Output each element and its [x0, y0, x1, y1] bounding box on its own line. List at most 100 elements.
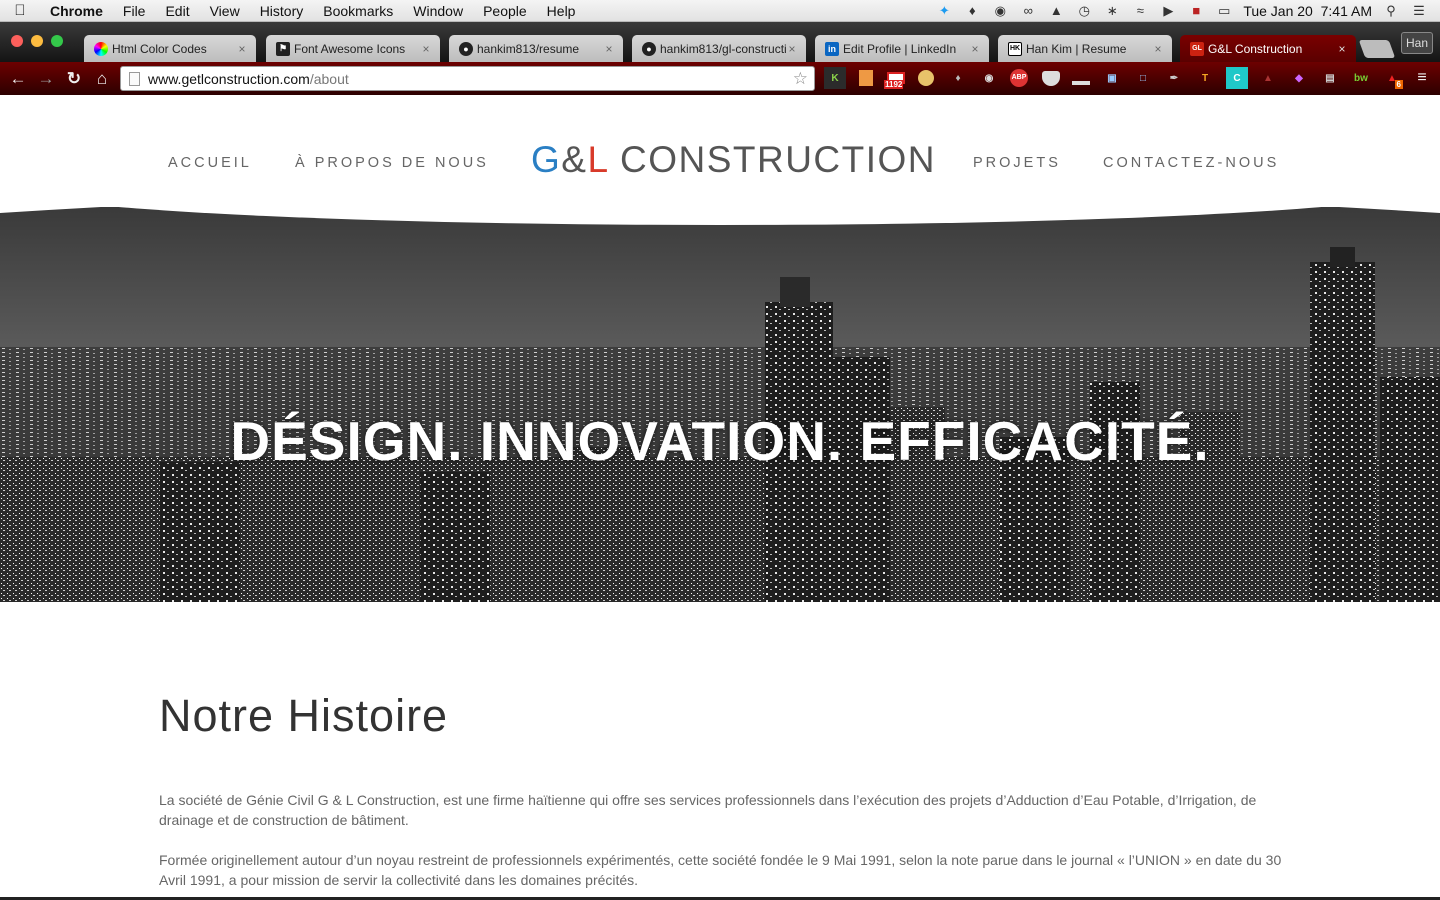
cast-icon[interactable]: ▤ — [1319, 67, 1341, 89]
close-window-button[interactable] — [11, 35, 23, 47]
webpage: ACCUEIL À PROPOS DE NOUS G&L CONSTRUCTIO… — [0, 95, 1440, 897]
extension-flame-icon[interactable]: ▲ — [1257, 67, 1279, 89]
menubar-status-area: ✦ ♦ ◉ ∞ ▲ ◷ ∗ ≈ ▶ ■ ▭ Tue Jan 20 7:41 AM… — [935, 3, 1440, 19]
close-tab-icon[interactable]: × — [420, 42, 432, 56]
browser-tab-strip: Html Color Codes × ⚑ Font Awesome Icons … — [0, 22, 1440, 62]
menu-history[interactable]: History — [250, 3, 314, 19]
drive-icon[interactable]: ▲ — [1047, 3, 1065, 19]
hk-logo-icon: HK — [1008, 41, 1022, 56]
menu-help[interactable]: Help — [537, 3, 586, 19]
close-tab-icon[interactable]: × — [969, 42, 981, 56]
tab-title: G&L Construction — [1208, 41, 1303, 56]
close-tab-icon[interactable]: × — [786, 42, 798, 56]
nav-projets[interactable]: PROJETS — [973, 155, 1061, 171]
site-logo[interactable]: G&L CONSTRUCTION — [531, 139, 936, 181]
browser-toolbar: ← → ↻ ⌂ www.getlconstruction.com/about ☆… — [0, 62, 1440, 95]
close-tab-icon[interactable]: × — [1336, 42, 1348, 56]
logo-amp: & — [561, 139, 588, 180]
menu-file[interactable]: File — [113, 3, 156, 19]
screenshot-icon[interactable]: ▣ — [1101, 67, 1123, 89]
logo-g: G — [531, 139, 562, 180]
forward-icon[interactable]: → — [32, 69, 60, 89]
apple-menu-icon[interactable]:  — [0, 2, 40, 19]
profile-button[interactable]: Han — [1401, 32, 1433, 54]
github-icon: ● — [459, 41, 473, 56]
adblock-plus-icon[interactable]: ABP — [1008, 67, 1030, 89]
city-skyline-image — [0, 207, 1440, 602]
url-path: /about — [309, 70, 349, 87]
logo-l: L — [587, 139, 609, 180]
close-tab-icon[interactable]: × — [1152, 42, 1164, 56]
tab-html-color-codes[interactable]: Html Color Codes × — [84, 35, 256, 62]
extension-bw-icon[interactable]: bw — [1350, 67, 1372, 89]
section-title: Notre Histoire — [159, 690, 449, 741]
logo-construction: CONSTRUCTION — [608, 139, 937, 180]
tab-title: Html Color Codes — [112, 41, 207, 56]
bookmark-star-icon[interactable]: ☆ — [793, 69, 808, 89]
volume-icon[interactable]: ▶ — [1159, 3, 1177, 19]
spotlight-search-icon[interactable]: ⚲ — [1382, 3, 1400, 19]
history-paragraph: La société de Génie Civil G & L Construc… — [159, 792, 1257, 828]
extension-tag-icon[interactable]: ◆ — [1288, 67, 1310, 89]
menu-bookmarks[interactable]: Bookmarks — [313, 3, 403, 19]
tab-title: Font Awesome Icons — [294, 41, 406, 56]
wifi-icon[interactable]: ≈ — [1131, 3, 1149, 19]
flag-input-icon[interactable]: ■ — [1187, 3, 1205, 19]
minimize-window-button[interactable] — [31, 35, 43, 47]
window-icon[interactable]: □ — [1132, 67, 1154, 89]
menu-app-chrome[interactable]: Chrome — [40, 3, 113, 19]
tab-gl-construction[interactable]: GL G&L Construction × — [1180, 35, 1356, 62]
tab-github-gl-construction[interactable]: ● hankim813/gl-constructi × — [632, 35, 806, 62]
gmail-icon[interactable]: 1192 — [884, 67, 908, 89]
pocket-icon[interactable] — [1040, 67, 1062, 89]
history-paragraph: Formée originellement autour d’un noyau … — [159, 852, 1282, 888]
extension-cookie-icon[interactable] — [915, 67, 937, 89]
close-tab-icon[interactable]: × — [236, 42, 248, 56]
evernote-extension-icon[interactable]: ♦ — [947, 67, 969, 89]
tab-github-resume[interactable]: ● hankim813/resume × — [449, 35, 623, 62]
history-section: Notre Histoire — [159, 690, 1289, 742]
notification-bell-icon[interactable]: ◉ — [991, 3, 1009, 19]
zoom-window-button[interactable] — [51, 35, 63, 47]
extension-tray-icon[interactable] — [1070, 67, 1092, 89]
menu-people[interactable]: People — [473, 3, 537, 19]
extension-red-icon[interactable]: ▲ 6 — [1381, 67, 1403, 89]
hero-title: DÉSIGN. INNOVATION. EFFICACITÉ. — [230, 410, 1210, 472]
glasses-icon[interactable]: ∞ — [1019, 3, 1037, 19]
flag-icon: ⚑ — [276, 41, 290, 56]
tab-font-awesome[interactable]: ⚑ Font Awesome Icons × — [266, 35, 440, 62]
address-bar[interactable]: www.getlconstruction.com/about ☆ — [120, 66, 815, 91]
nav-a-propos[interactable]: À PROPOS DE NOUS — [295, 155, 489, 171]
notification-center-icon[interactable]: ☰ — [1410, 3, 1428, 19]
chrome-menu-icon[interactable]: ≡ — [1411, 67, 1433, 89]
time-machine-icon[interactable]: ◷ — [1075, 3, 1093, 19]
menu-window[interactable]: Window — [403, 3, 473, 19]
extension-owl-icon[interactable]: ◉ — [978, 67, 1000, 89]
clock[interactable]: Tue Jan 20 7:41 AM — [1243, 3, 1372, 19]
nav-accueil[interactable]: ACCUEIL — [168, 155, 252, 171]
extension-k-icon[interactable]: K — [824, 67, 846, 89]
reload-icon[interactable]: ↻ — [60, 69, 88, 89]
new-tab-button[interactable] — [1358, 40, 1396, 58]
twitter-icon[interactable]: ✦ — [935, 3, 953, 19]
menu-view[interactable]: View — [200, 3, 250, 19]
extension-bookmark-icon[interactable] — [855, 67, 877, 89]
bluetooth-icon[interactable]: ∗ — [1103, 3, 1121, 19]
close-tab-icon[interactable]: × — [603, 42, 615, 56]
evernote-icon[interactable]: ♦ — [963, 3, 981, 19]
battery-icon[interactable]: ▭ — [1215, 3, 1233, 19]
tab-title: hankim813/resume — [477, 41, 580, 56]
url-domain: www.getlconstruction.com — [148, 70, 310, 87]
nav-contactez-nous[interactable]: CONTACTEZ-NOUS — [1103, 155, 1279, 171]
page-icon — [129, 71, 140, 86]
back-icon[interactable]: ← — [4, 69, 32, 89]
menu-edit[interactable]: Edit — [155, 3, 199, 19]
tab-title: hankim813/gl-constructi — [660, 41, 786, 56]
window-controls — [11, 35, 63, 47]
tab-linkedin[interactable]: in Edit Profile | LinkedIn × — [815, 35, 989, 62]
home-icon[interactable]: ⌂ — [88, 69, 116, 89]
tab-han-kim-resume[interactable]: HK Han Kim | Resume × — [998, 35, 1172, 62]
eyedropper-icon[interactable]: ✒ — [1163, 67, 1185, 89]
extension-t-icon[interactable]: T — [1194, 67, 1216, 89]
extension-c-icon[interactable]: C — [1226, 67, 1248, 89]
